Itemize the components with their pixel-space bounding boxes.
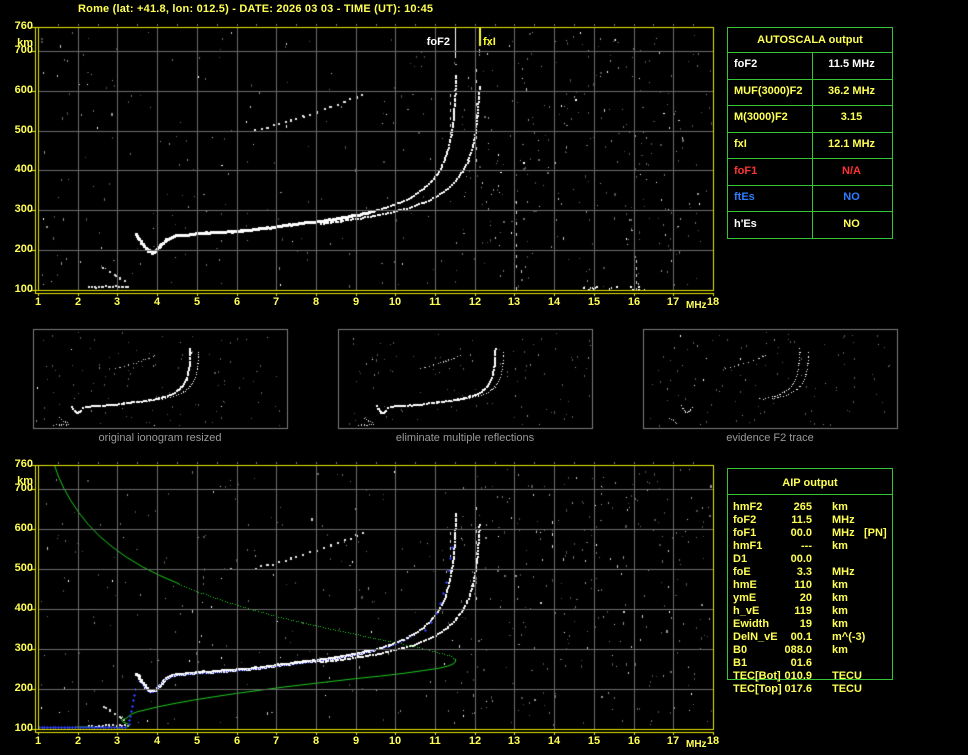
aip-row-label: B1 — [733, 657, 748, 669]
aip-row-label: foF2 — [733, 514, 757, 526]
autoscala-output-table: AUTOSCALA output foF2 11.5 MHz MUF(3000)F2… — [727, 27, 893, 239]
aip-row-label: ymE — [733, 592, 757, 604]
autoscala-row-divider — [728, 52, 892, 53]
aip-row: D1 00.0 — [728, 553, 892, 566]
aip-row-unit: km — [832, 605, 848, 617]
aip-row-value: 11.5 — [791, 514, 812, 526]
aip-row: h_vE 119 km — [728, 605, 892, 618]
autoscala-row-value: 3.15 — [840, 111, 863, 123]
aip-row-unit: km — [832, 618, 848, 630]
aip-row-value: 00.0 — [790, 527, 812, 539]
aip-row-value: 265 — [793, 501, 812, 513]
aip-row-value: 010.9 — [784, 670, 812, 682]
autoscala-row-divider — [728, 185, 892, 186]
autoscala-row-value: N/A — [842, 165, 861, 177]
aip-row: foF1 00.0 MHz [PN] — [728, 527, 892, 540]
aip-output-table: AIP output hmF2 265 km foF2 11.5 MHz foF1 00.0 M… — [727, 468, 893, 695]
aip-row-value: 088.0 — [784, 644, 812, 656]
aip-row-value: 110 — [794, 579, 812, 591]
autoscala-row-value: NO — [843, 191, 860, 203]
autoscala-row-label: foF2 — [734, 58, 758, 70]
aip-row-unit: km — [832, 592, 848, 604]
aip-row-value: 017.6 — [784, 683, 812, 695]
aip-header-divider — [728, 494, 892, 495]
autoscala-window: Rome (lat: +41.8, lon: 012.5) - DATE: 20… — [0, 0, 968, 755]
autoscala-row-label: ftEs — [734, 191, 755, 203]
aip-row: TEC[Bot] 010.9 TECU — [728, 670, 892, 683]
aip-row: Ewidth 19 km — [728, 618, 892, 631]
station-title: Rome (lat: +41.8, lon: 012.5) - DATE: 20… — [78, 3, 434, 15]
aip-row-unit: TECU — [832, 683, 862, 695]
autoscala-row-value: NO — [843, 218, 860, 230]
aip-row-value: 3.3 — [796, 566, 812, 578]
aip-row-unit: km — [832, 579, 848, 591]
aip-table-header: AIP output — [782, 477, 838, 489]
autoscala-row-divider — [728, 158, 892, 159]
aip-row-unit: MHz — [832, 566, 855, 578]
aip-row-unit: MHz — [832, 527, 855, 539]
autoscala-row-label: fxI — [734, 138, 747, 150]
aip-row: ymE 20 km — [728, 592, 892, 605]
aip-row-label: D1 — [733, 553, 748, 565]
aip-row-value: --- — [801, 540, 812, 552]
autoscala-table-header: AUTOSCALA output — [757, 34, 863, 46]
aip-row: hmE 110 km — [728, 579, 892, 592]
aip-row-value: 01.6 — [790, 657, 812, 669]
aip-row-label: foF1 — [733, 527, 757, 539]
caption-evidence-f2-trace: evidence F2 trace — [726, 432, 814, 444]
aip-row: hmF1 --- km — [728, 540, 892, 553]
foF2-marker-label: foF2 — [426, 36, 450, 48]
aip-row: B1 01.6 — [728, 657, 892, 670]
autoscala-row-value: 12.1 MHz — [827, 138, 876, 150]
aip-row-unit: km — [832, 501, 848, 513]
autoscala-row-value: 36.2 MHz — [827, 85, 876, 97]
autoscala-row-value: 11.5 MHz — [828, 58, 875, 70]
aip-row: TEC[Top] 017.6 TECU — [728, 683, 892, 696]
aip-row-label: foE — [733, 566, 751, 578]
autoscala-row-divider — [728, 105, 892, 106]
aip-row-unit: TECU — [832, 670, 862, 682]
autoscala-row-label: h'Es — [734, 218, 757, 230]
aip-row: foE 3.3 MHz — [728, 566, 892, 579]
autoscala-row-divider — [728, 211, 892, 212]
aip-row-value: 00.1 — [790, 631, 812, 643]
caption-original-ionogram: original ionogram resized — [98, 432, 222, 444]
aip-row-value: 19 — [799, 618, 812, 630]
aip-row-unit: km — [832, 644, 848, 656]
aip-row: foF2 11.5 MHz — [728, 514, 892, 527]
autoscala-row-label: foF1 — [734, 165, 758, 177]
fxI-marker-label: fxI — [483, 36, 496, 48]
aip-row-value: 00.0 — [790, 553, 812, 565]
aip-row: DelN_vE 00.1 m^(-3) — [728, 631, 892, 644]
autoscala-row-label: M(3000)F2 — [734, 111, 788, 123]
aip-row-label: B0 — [733, 644, 748, 656]
autoscala-row-divider — [728, 79, 892, 80]
aip-row-unit: MHz — [832, 514, 855, 526]
caption-eliminate-reflections: eliminate multiple reflections — [395, 432, 535, 444]
aip-row-value: 119 — [794, 605, 812, 617]
aip-row-extra: [PN] — [864, 527, 887, 539]
aip-row-value: 20 — [799, 592, 812, 604]
autoscala-row-divider — [728, 132, 892, 133]
aip-row: B0 088.0 km — [728, 644, 892, 657]
aip-row-unit: m^(-3) — [832, 631, 866, 643]
aip-row-unit: km — [832, 540, 848, 552]
autoscala-row-label: MUF(3000)F2 — [734, 85, 803, 97]
aip-row: hmF2 265 km — [728, 501, 892, 514]
